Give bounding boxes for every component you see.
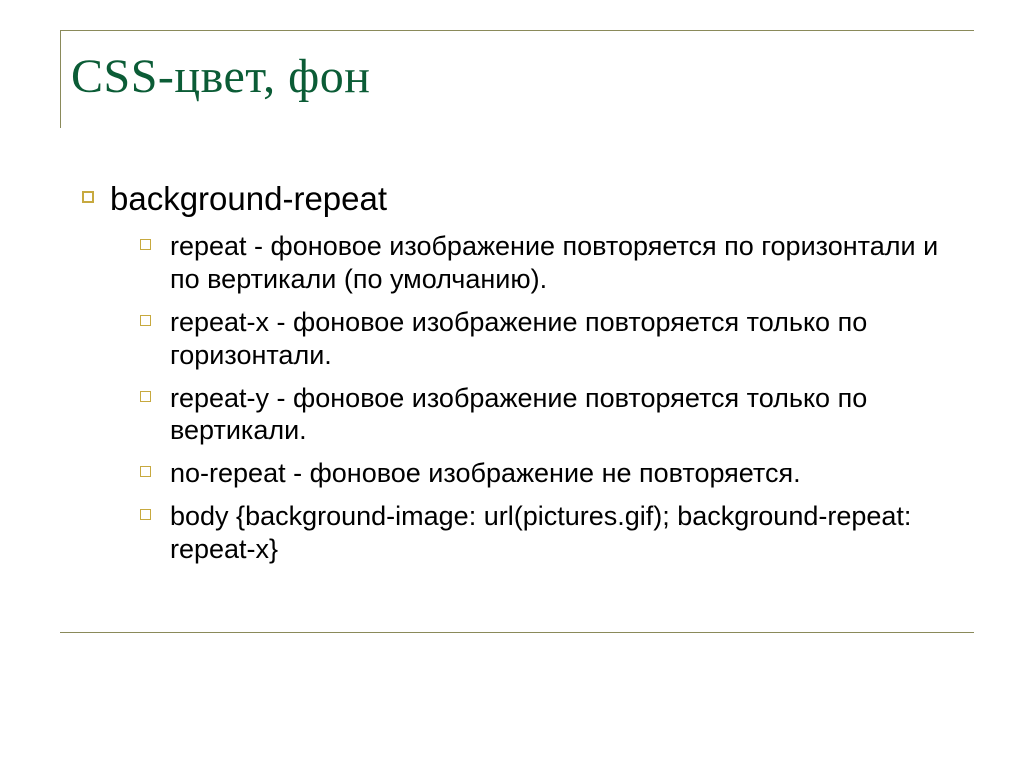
square-bullet-icon bbox=[140, 466, 151, 477]
topic-item: background-repeat repeat - фоновое изобр… bbox=[82, 180, 974, 566]
item-text: body {background-image: url(pictures.gif… bbox=[170, 501, 911, 564]
square-bullet-icon bbox=[140, 391, 151, 402]
level2-list: repeat - фоновое изображение повторяется… bbox=[140, 230, 974, 566]
square-bullet-icon bbox=[140, 509, 151, 520]
title-area: CSS-цвет, фон bbox=[60, 30, 974, 128]
list-item: no-repeat - фоновое изображение не повто… bbox=[140, 457, 974, 490]
list-item: body {background-image: url(pictures.gif… bbox=[140, 500, 974, 566]
square-bullet-icon bbox=[140, 239, 151, 250]
topic-label: background-repeat bbox=[110, 180, 387, 217]
item-text: repeat-x - фоновое изображение повторяет… bbox=[170, 307, 867, 370]
content-area: background-repeat repeat - фоновое изобр… bbox=[60, 180, 974, 633]
item-text: no-repeat - фоновое изображение не повто… bbox=[170, 458, 801, 488]
slide: CSS-цвет, фон background-repeat repeat -… bbox=[0, 0, 1024, 768]
item-text: repeat-y - фоновое изображение повторяет… bbox=[170, 383, 867, 446]
list-item: repeat-y - фоновое изображение повторяет… bbox=[140, 382, 974, 448]
item-text: repeat - фоновое изображение повторяется… bbox=[170, 231, 938, 294]
slide-title: CSS-цвет, фон bbox=[71, 51, 974, 104]
level1-list: background-repeat repeat - фоновое изобр… bbox=[82, 180, 974, 566]
square-bullet-icon bbox=[82, 191, 94, 203]
list-item: repeat - фоновое изображение повторяется… bbox=[140, 230, 974, 296]
list-item: repeat-x - фоновое изображение повторяет… bbox=[140, 306, 974, 372]
square-bullet-icon bbox=[140, 315, 151, 326]
